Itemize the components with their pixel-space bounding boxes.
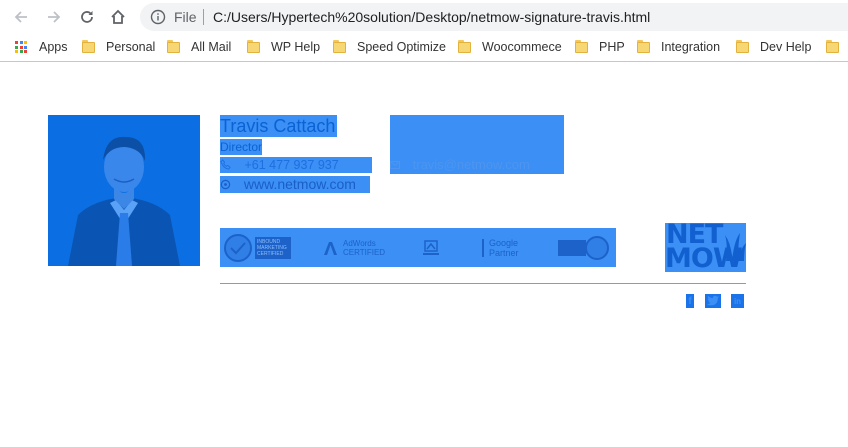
badge-seal-icon: [224, 233, 252, 262]
certification-badge: INBOUND MARKETING CERTIFIED: [223, 228, 291, 267]
adwords-certification: AdWords CERTIFIED: [322, 228, 386, 267]
folder-icon: [826, 40, 840, 54]
folder-icon: [637, 40, 651, 54]
google-partner-label: Google Partner: [489, 237, 519, 258]
bookmark-apps[interactable]: Apps: [15, 39, 68, 55]
forward-button[interactable]: [42, 5, 66, 29]
bookmark-label: Apps: [39, 40, 68, 54]
phone-number[interactable]: +61 477 937 937: [244, 158, 338, 172]
bookmark-label: Dev Help: [760, 40, 812, 54]
reload-icon: [81, 11, 93, 23]
linkedin-icon: in: [733, 296, 742, 306]
info-icon[interactable]: [150, 9, 166, 25]
bookmark-speed-optimize[interactable]: Speed Optimize: [333, 39, 446, 55]
signature-name: Travis Cattach: [220, 115, 338, 137]
home-button[interactable]: [106, 5, 130, 29]
linkedin-link[interactable]: in: [731, 294, 744, 308]
bookmark-label: Woocommece: [482, 40, 562, 54]
adwords-label: AdWords CERTIFIED: [343, 238, 386, 257]
bookmark-integration[interactable]: Integration: [637, 39, 720, 55]
phone-icon: [220, 159, 231, 170]
browser-toolbar: File C:/Users/Hypertech%20solution/Deskt…: [0, 0, 848, 33]
address-bar[interactable]: File C:/Users/Hypertech%20solution/Deskt…: [140, 3, 848, 31]
omnibox-divider: [203, 9, 204, 25]
adwords-logo-icon: [324, 241, 337, 255]
bookmark-woocommece[interactable]: Woocommece: [458, 39, 562, 55]
back-button[interactable]: [9, 5, 33, 29]
email-highlight-block: travis@netmow.com: [390, 115, 564, 174]
badge-seal-icon: [585, 235, 609, 260]
bookmark-wp-help[interactable]: WP Help: [247, 39, 320, 55]
signature-website[interactable]: www.netmow.com: [220, 176, 370, 193]
profile-photo: [48, 115, 200, 266]
url-scheme-label: File: [174, 9, 197, 25]
website-link[interactable]: www.netmow.com: [244, 176, 356, 192]
signature-title: Director: [220, 139, 263, 155]
folder-icon: [167, 40, 181, 54]
bookmark-dev-help[interactable]: Dev Help: [736, 39, 811, 55]
url-text[interactable]: C:/Users/Hypertech%20solution/Desktop/ne…: [213, 9, 650, 25]
bookmark-label: PHP: [599, 40, 625, 54]
reload-button[interactable]: [75, 5, 99, 29]
email-icon: [390, 161, 400, 169]
partner-divider: [482, 238, 484, 257]
folder-icon: [247, 40, 261, 54]
folder-icon: [82, 40, 96, 54]
folder-icon: [458, 40, 472, 54]
bookmark-label: Personal: [106, 40, 156, 54]
hubspot-banner: [558, 239, 586, 256]
person-portrait-icon: [48, 115, 200, 266]
twitter-link[interactable]: [705, 294, 721, 308]
bookmark-label: Integration: [661, 40, 721, 54]
hubspot-badge: [558, 228, 610, 267]
bookmark-label: Speed Optimize: [357, 40, 446, 54]
signature-phone[interactable]: +61 477 937 937: [220, 157, 372, 173]
signature-email[interactable]: travis@netmow.com: [390, 157, 530, 173]
certifications-strip: INBOUND MARKETING CERTIFIED AdWords CERT…: [220, 228, 616, 267]
apps-grid-icon: [15, 41, 27, 53]
bookmark-label: WP Help: [271, 40, 321, 54]
partner-emblem-icon: [423, 239, 439, 255]
home-icon: [111, 9, 125, 24]
forward-arrow-icon: [48, 11, 61, 23]
google-partner-mark: [420, 228, 442, 267]
folder-icon: [575, 40, 589, 54]
globe-icon: [220, 179, 231, 190]
grass-icon: [725, 233, 746, 261]
bookmark-overflow-folder[interactable]: [826, 39, 848, 55]
facebook-link[interactable]: f: [686, 294, 694, 308]
signature-divider: [220, 283, 746, 284]
twitter-icon: [706, 295, 719, 306]
bookmark-label: All Mail: [191, 40, 232, 54]
folder-icon: [333, 40, 347, 54]
google-partner-badge: Google Partner: [482, 228, 533, 267]
bookmark-all-mail[interactable]: All Mail: [167, 39, 231, 55]
bookmark-personal[interactable]: Personal: [82, 39, 155, 55]
email-address[interactable]: travis@netmow.com: [413, 157, 530, 172]
folder-icon: [736, 40, 750, 54]
bookmark-php[interactable]: PHP: [575, 39, 625, 55]
bookmarks-bar: Apps Personal All Mail WP Help Speed Opt…: [0, 33, 848, 62]
facebook-icon: f: [688, 295, 692, 307]
netmow-logo[interactable]: NET MOW: [665, 223, 746, 272]
certification-label: INBOUND MARKETING CERTIFIED: [255, 236, 291, 259]
back-arrow-icon: [14, 11, 27, 23]
